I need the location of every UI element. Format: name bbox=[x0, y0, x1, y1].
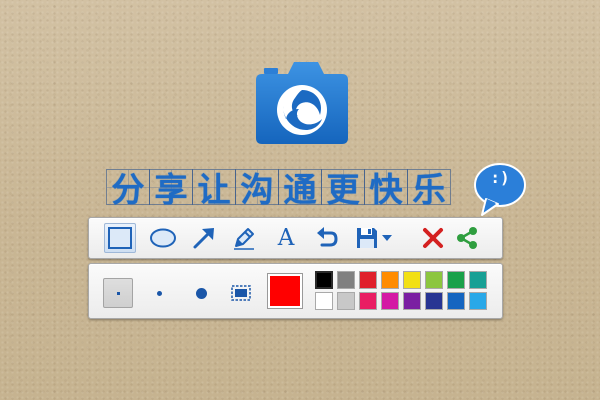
ellipse-tool-button[interactable] bbox=[147, 223, 179, 253]
color-swatch[interactable] bbox=[381, 292, 399, 310]
caret-down-icon bbox=[382, 235, 392, 241]
bubble-text: :) bbox=[490, 168, 510, 187]
text-tool-button[interactable]: A bbox=[270, 223, 302, 253]
text-icon: A bbox=[277, 224, 295, 251]
color-palette bbox=[315, 271, 495, 311]
slogan-char: 分 bbox=[106, 169, 150, 209]
color-swatch[interactable] bbox=[315, 271, 333, 289]
small-dot-icon bbox=[116, 291, 120, 295]
color-swatch[interactable] bbox=[359, 271, 377, 289]
size-large-button[interactable] bbox=[186, 278, 216, 308]
color-swatch[interactable] bbox=[447, 271, 465, 289]
mosaic-icon bbox=[231, 285, 251, 301]
color-swatch[interactable] bbox=[469, 292, 487, 310]
slogan-text: 分 享 让 沟 通 更 快 乐 bbox=[106, 169, 451, 209]
pencil-tool-button[interactable] bbox=[228, 223, 260, 253]
share-button[interactable] bbox=[451, 223, 483, 253]
color-swatch[interactable] bbox=[337, 292, 355, 310]
medium-dot-icon bbox=[156, 290, 162, 296]
slogan-banner: 分 享 让 沟 通 更 快 乐 :) bbox=[106, 163, 526, 216]
color-swatch[interactable] bbox=[337, 271, 355, 289]
drawing-toolbar: A bbox=[88, 217, 503, 259]
close-button[interactable] bbox=[417, 223, 449, 253]
size-medium-button[interactable] bbox=[144, 278, 174, 308]
share-icon bbox=[457, 227, 477, 249]
large-dot-icon bbox=[195, 287, 207, 299]
slogan-char: 更 bbox=[321, 169, 365, 209]
save-icon bbox=[357, 228, 377, 248]
color-swatch[interactable] bbox=[403, 292, 421, 310]
rectangle-tool-button[interactable] bbox=[104, 223, 136, 253]
current-color-indicator[interactable] bbox=[267, 273, 303, 309]
color-swatch[interactable] bbox=[403, 271, 421, 289]
color-swatch[interactable] bbox=[469, 271, 487, 289]
color-swatch[interactable] bbox=[447, 292, 465, 310]
color-swatch[interactable] bbox=[315, 292, 333, 310]
current-color-fill bbox=[270, 276, 300, 306]
camera-logo-icon bbox=[256, 62, 348, 144]
arrow-icon bbox=[193, 228, 214, 249]
slogan-char: 享 bbox=[149, 169, 193, 209]
color-swatch[interactable] bbox=[425, 292, 443, 310]
mosaic-button[interactable] bbox=[226, 278, 256, 308]
arrow-tool-button[interactable] bbox=[188, 223, 220, 253]
pencil-icon bbox=[234, 228, 254, 250]
undo-icon bbox=[317, 227, 338, 247]
color-swatch[interactable] bbox=[381, 271, 399, 289]
close-icon bbox=[423, 228, 443, 248]
smiley-bubble-icon: :) bbox=[474, 163, 534, 217]
slogan-char: 乐 bbox=[407, 169, 451, 209]
undo-button[interactable] bbox=[311, 223, 343, 253]
app-logo bbox=[248, 60, 356, 146]
color-swatch[interactable] bbox=[359, 292, 377, 310]
rectangle-icon bbox=[108, 227, 132, 249]
slogan-char: 快 bbox=[364, 169, 408, 209]
color-swatch[interactable] bbox=[425, 271, 443, 289]
size-small-button[interactable] bbox=[103, 278, 133, 308]
slogan-char: 通 bbox=[278, 169, 322, 209]
options-toolbar bbox=[88, 263, 503, 319]
save-dropdown-button[interactable] bbox=[379, 223, 395, 253]
ellipse-icon bbox=[150, 228, 176, 248]
slogan-char: 让 bbox=[192, 169, 236, 209]
slogan-char: 沟 bbox=[235, 169, 279, 209]
